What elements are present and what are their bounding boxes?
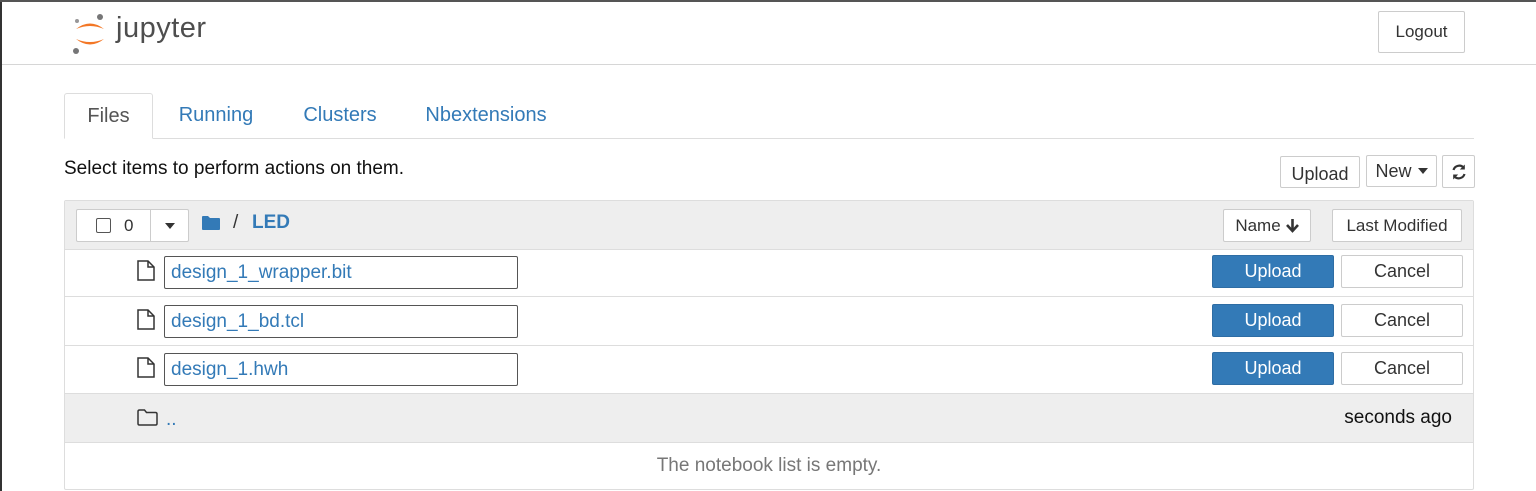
select-all-checkbox[interactable] xyxy=(96,218,111,233)
tab-running[interactable]: Running xyxy=(168,93,264,137)
jupyter-logo-icon[interactable] xyxy=(70,12,110,56)
folder-icon[interactable] xyxy=(201,215,221,231)
confirm-upload-button[interactable]: Upload xyxy=(1212,304,1334,337)
selection-hint: Select items to perform actions on them. xyxy=(64,158,405,179)
confirm-upload-button[interactable]: Upload xyxy=(1212,255,1334,288)
upload-button-label: Upload xyxy=(1291,163,1349,184)
caret-down-icon xyxy=(1417,168,1428,174)
list-header: 0 / LED Name Last Modified xyxy=(65,201,1473,250)
pending-upload-row: design_1.hwh Upload Cancel xyxy=(65,346,1473,394)
breadcrumb-separator: / xyxy=(233,212,239,233)
sort-by-name-button[interactable]: Name xyxy=(1223,209,1311,242)
breadcrumb-current-folder[interactable]: LED xyxy=(252,212,290,234)
file-icon xyxy=(137,309,155,330)
new-dropdown-button[interactable]: New xyxy=(1366,155,1437,187)
cancel-upload-button[interactable]: Cancel xyxy=(1341,304,1463,337)
modified-time: seconds ago xyxy=(1344,407,1452,428)
selected-count: 0 xyxy=(124,216,134,235)
pending-upload-row: design_1_bd.tcl Upload Cancel xyxy=(65,298,1473,346)
file-icon xyxy=(137,260,155,281)
upload-button[interactable]: Upload xyxy=(1280,156,1360,188)
folder-outline-icon xyxy=(137,409,158,426)
caret-down-icon xyxy=(164,222,175,229)
filename-input[interactable]: design_1_bd.tcl xyxy=(164,305,518,338)
pending-upload-row: design_1_wrapper.bit Upload Cancel xyxy=(65,249,1473,297)
sort-by-modified-button[interactable]: Last Modified xyxy=(1332,209,1462,242)
confirm-upload-button[interactable]: Upload xyxy=(1212,352,1334,385)
tab-bar: Files Running Clusters Nbextensions xyxy=(64,93,1474,139)
filename-input[interactable]: design_1_wrapper.bit xyxy=(164,256,518,289)
parent-directory-link[interactable]: .. xyxy=(166,409,177,431)
select-all-group: 0 xyxy=(76,209,189,242)
notebook-list: 0 / LED Name Last Modified design_1_wrap… xyxy=(64,200,1474,490)
file-icon xyxy=(137,357,155,378)
tab-clusters[interactable]: Clusters xyxy=(292,93,388,137)
tab-files[interactable]: Files xyxy=(64,93,153,139)
cancel-upload-button[interactable]: Cancel xyxy=(1341,352,1463,385)
parent-directory-row[interactable]: .. seconds ago xyxy=(65,394,1473,443)
sort-name-label: Name xyxy=(1235,215,1281,235)
cancel-upload-button[interactable]: Cancel xyxy=(1341,255,1463,288)
refresh-button[interactable] xyxy=(1442,155,1475,188)
arrow-down-icon xyxy=(1285,219,1299,233)
tab-nbextensions[interactable]: Nbextensions xyxy=(416,93,556,137)
filename-input[interactable]: design_1.hwh xyxy=(164,353,518,386)
empty-list-message: The notebook list is empty. xyxy=(656,455,882,476)
refresh-icon xyxy=(1451,164,1466,179)
window-left-edge xyxy=(0,0,2,491)
header: jupyter Logout xyxy=(2,2,1536,65)
selection-menu-button[interactable] xyxy=(151,210,188,241)
new-button-label: New xyxy=(1375,160,1412,181)
logo-text[interactable]: jupyter xyxy=(116,12,207,45)
logout-button[interactable]: Logout xyxy=(1378,11,1465,53)
